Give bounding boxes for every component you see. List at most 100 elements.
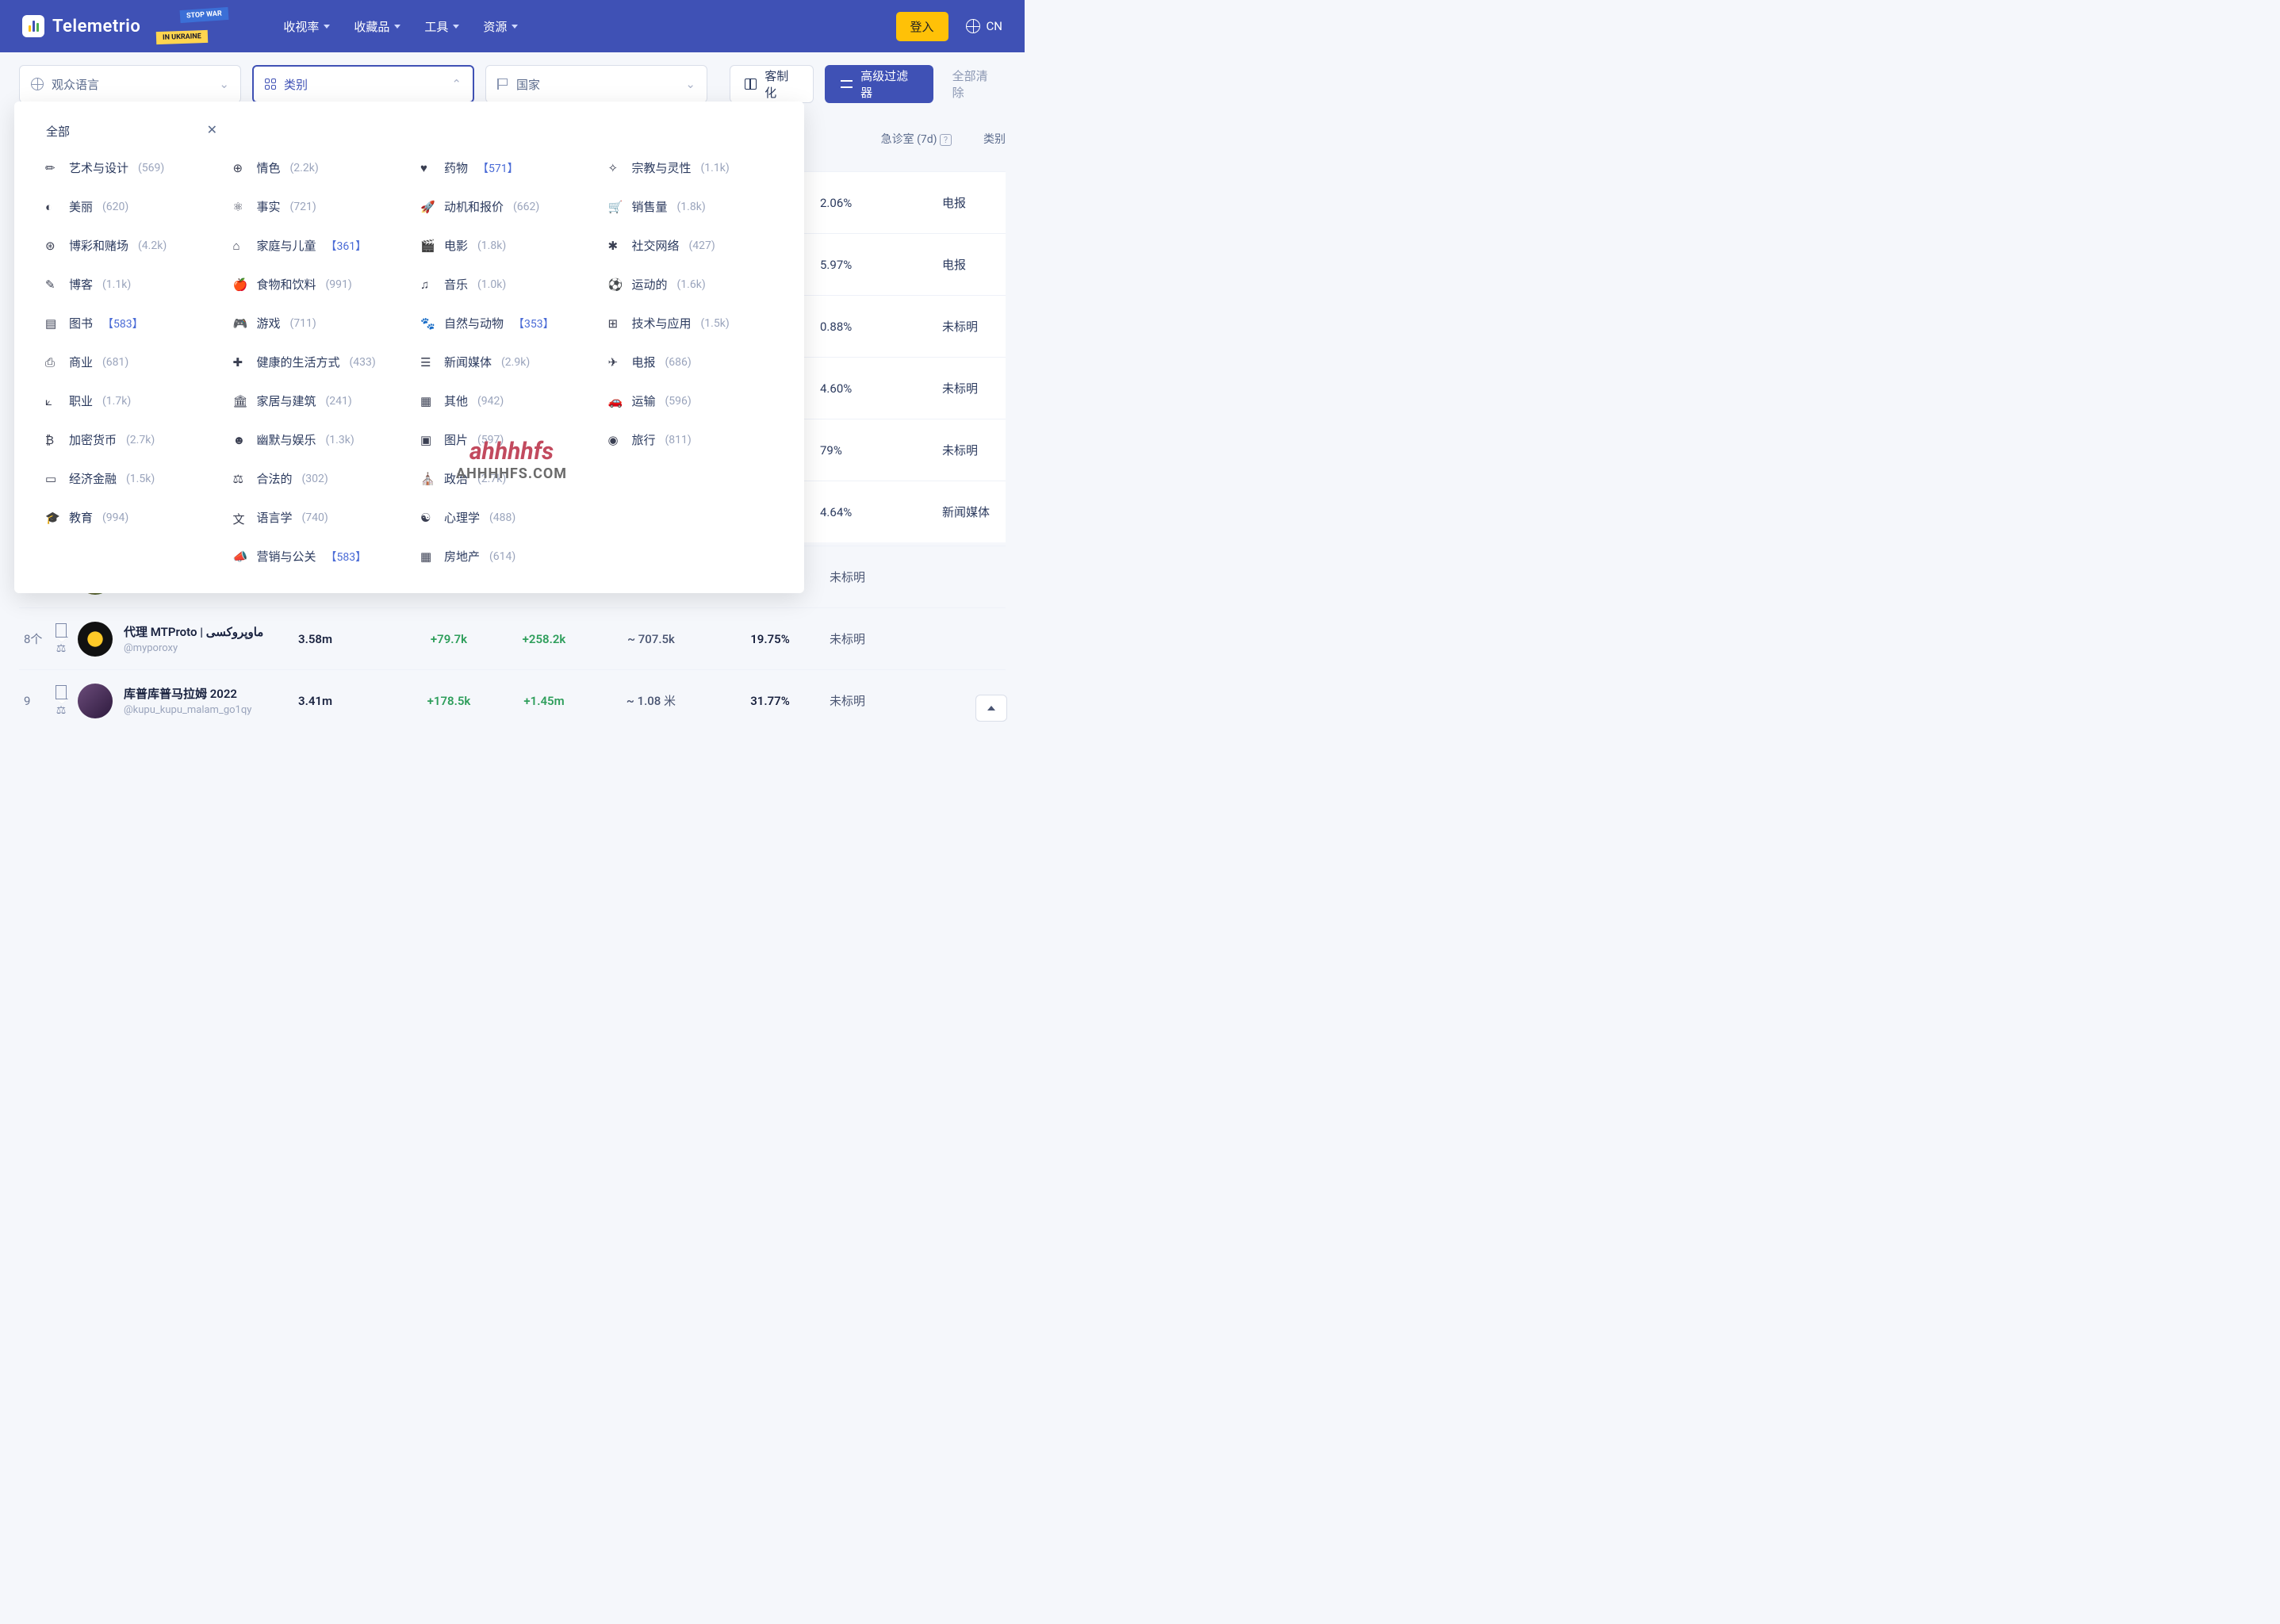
cell-reach: ~ 707.5k [592, 632, 711, 646]
category-search-input[interactable] [44, 119, 219, 144]
category-option[interactable]: 🐾自然与动物 【353】 [409, 308, 597, 338]
category-option[interactable]: 🎬电影 (1.8k) [409, 231, 597, 260]
nav-collections[interactable]: 收藏品 [354, 18, 400, 35]
category-option[interactable]: ⚖合法的 (302) [222, 464, 410, 493]
channel-avatar[interactable] [78, 622, 113, 657]
filter-category[interactable]: 类别 ⌃ [252, 65, 474, 103]
bookmark-icon[interactable] [56, 685, 67, 699]
category-option[interactable]: 🚗运输 (596) [597, 386, 785, 416]
customize-button[interactable]: 客制化 [730, 65, 814, 103]
category-icon: ⊛ [45, 239, 59, 253]
category-option[interactable]: 🎮游戏 (711) [222, 308, 410, 338]
category-option[interactable]: ⚽运动的 (1.6k) [597, 270, 785, 299]
login-button[interactable]: 登入 [896, 12, 948, 41]
cell-er: 5.97% [820, 258, 872, 272]
category-count: (994) [102, 511, 128, 524]
category-option[interactable]: ⌂家庭与儿童 【361】 [222, 231, 410, 260]
category-option[interactable]: ♫音乐 (1.0k) [409, 270, 597, 299]
category-count: (1.5k) [701, 317, 730, 330]
category-option[interactable]: ☻幽默与娱乐 (1.3k) [222, 425, 410, 454]
channel-info[interactable]: 代理 MTProto | ماوپروکسی@myporoxy [124, 623, 298, 654]
nav-tools[interactable]: 工具 [424, 18, 459, 35]
category-option[interactable]: ▦房地产 (614) [409, 542, 597, 571]
category-option[interactable]: ☯心理学 (488) [409, 503, 597, 532]
nav-resources[interactable]: 资源 [483, 18, 518, 35]
compare-icon[interactable]: ⚖ [56, 704, 67, 717]
category-option[interactable]: 📣营销与公关 【583】 [222, 542, 410, 571]
compare-icon[interactable]: ⚖ [56, 642, 67, 655]
category-label: 情色 [257, 159, 281, 176]
category-icon: ✏ [45, 161, 59, 175]
category-label: 新闻媒体 [444, 354, 492, 370]
category-option[interactable]: ⊕情色 (2.2k) [222, 153, 410, 182]
category-option[interactable]: ✱社交网络 (427) [597, 231, 785, 260]
scroll-to-top-button[interactable] [975, 695, 1007, 722]
clear-all-button[interactable]: 全部清除 [945, 67, 1006, 101]
category-option[interactable]: ◐美丽 (620) [34, 192, 222, 221]
language-switcher[interactable]: CN [966, 19, 1002, 33]
category-option[interactable]: ⊛博彩和赌场 (4.2k) [34, 231, 222, 260]
cell-rank: 8个 [24, 630, 51, 647]
category-option[interactable]: 🛒销售量 (1.8k) [597, 192, 785, 221]
category-label: 旅行 [632, 431, 656, 448]
category-option[interactable]: ⛪政治 (2.7k) [409, 464, 597, 493]
channel-info[interactable]: 库普库普马拉姆 2022@kupu_kupu_malam_go1qy [124, 685, 298, 716]
nav-ratings[interactable]: 收视率 [283, 18, 330, 35]
category-icon: 📣 [233, 550, 247, 564]
category-option[interactable]: 🎓教育 (994) [34, 503, 222, 532]
category-option[interactable]: ▦其他 (942) [409, 386, 597, 416]
category-label: 动机和报价 [444, 198, 504, 215]
col-category[interactable]: 类别 [983, 131, 1006, 147]
category-count: (2.7k) [477, 473, 506, 485]
cell-category: 新闻媒体 [942, 504, 1001, 520]
filter-country[interactable]: 国家 ⌄ [485, 65, 707, 103]
category-option[interactable]: ▣图片 (597) [409, 425, 597, 454]
category-option[interactable]: ▭经济金融 (1.5k) [34, 464, 222, 493]
cell-category: 电报 [942, 194, 1001, 211]
chevron-down-icon: ⌄ [219, 77, 229, 91]
category-option[interactable]: 🚀动机和报价 (662) [409, 192, 597, 221]
category-option[interactable]: ⎙商业 (681) [34, 347, 222, 377]
category-option[interactable]: ⊞技术与应用 (1.5k) [597, 308, 785, 338]
category-option[interactable]: ◉旅行 (811) [597, 425, 785, 454]
channel-avatar[interactable] [78, 684, 113, 718]
advanced-filter-button[interactable]: 高级过滤器 [825, 65, 933, 103]
category-option[interactable]: ✈电报 (686) [597, 347, 785, 377]
category-option[interactable]: 文语言学 (740) [222, 503, 410, 532]
category-option[interactable]: ☰新闻媒体 (2.9k) [409, 347, 597, 377]
channel-handle: @myporoxy [124, 642, 298, 654]
category-label: 健康的生活方式 [257, 354, 340, 370]
category-label: 事实 [257, 198, 281, 215]
category-option[interactable]: 🏛家居与建筑 (241) [222, 386, 410, 416]
category-icon: ⊕ [233, 161, 247, 175]
category-option[interactable]: ✚健康的生活方式 (433) [222, 347, 410, 377]
category-option[interactable]: ₿加密货币 (2.7k) [34, 425, 222, 454]
category-option[interactable]: ♥药物 【571】 [409, 153, 597, 182]
category-count: (811) [665, 434, 692, 446]
category-icon: ✎ [45, 278, 59, 292]
filter-audience-language[interactable]: 观众语言 ⌄ [19, 65, 241, 103]
col-er7[interactable]: 急诊室 (7d) ? [881, 131, 952, 147]
category-option[interactable]: ⟀职业 (1.7k) [34, 386, 222, 416]
bookmark-icon[interactable] [56, 623, 67, 638]
category-count: 【583】 [102, 316, 144, 331]
category-option[interactable]: ✧宗教与灵性 (1.1k) [597, 153, 785, 182]
category-count: (711) [290, 317, 316, 330]
category-icon: ⊞ [608, 316, 623, 331]
category-option[interactable]: ▤图书 【583】 [34, 308, 222, 338]
cell-category: 电报 [942, 256, 1001, 273]
category-count: (1.8k) [677, 201, 706, 213]
category-option[interactable]: 🍎食物和饮料 (991) [222, 270, 410, 299]
category-icon: ☯ [420, 511, 435, 525]
clear-icon[interactable]: ✕ [207, 122, 217, 137]
category-option[interactable]: ✏艺术与设计 (569) [34, 153, 222, 182]
table-row[interactable]: 8个⚖代理 MTProto | ماوپروکسی@myporoxy3.58m+… [19, 607, 1006, 669]
category-count: (1.1k) [102, 278, 131, 291]
category-icon: ▤ [45, 316, 59, 331]
help-icon[interactable]: ? [940, 134, 952, 146]
category-option[interactable]: ⚛事实 (721) [222, 192, 410, 221]
category-label: 社交网络 [632, 237, 680, 254]
logo-icon [22, 15, 44, 37]
table-row[interactable]: 9⚖库普库普马拉姆 2022@kupu_kupu_malam_go1qy3.41… [19, 669, 1006, 730]
category-option[interactable]: ✎博客 (1.1k) [34, 270, 222, 299]
